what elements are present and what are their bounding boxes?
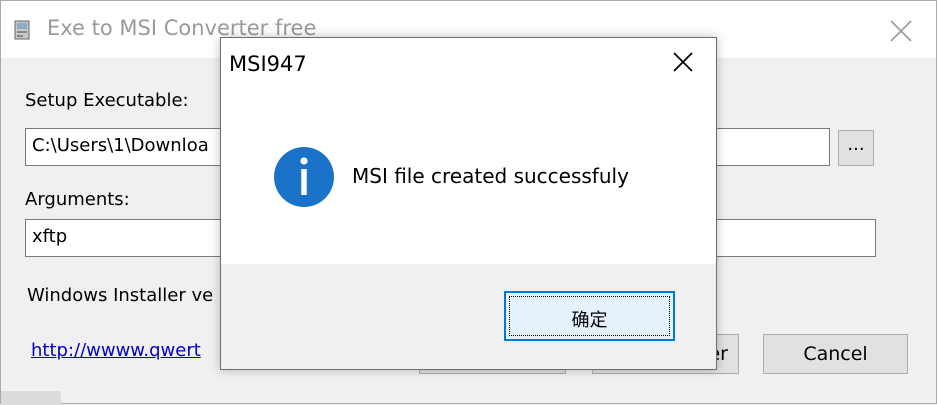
message-dialog: MSI947 MSI file created successfuly 确定 [220,37,717,370]
status-strip [1,391,61,405]
close-icon[interactable] [887,17,915,45]
dialog-close-icon[interactable] [670,49,696,75]
dialog-message: MSI file created successfuly [352,164,629,188]
dialog-title: MSI947 [229,52,307,76]
arguments-label: Arguments: [25,189,130,210]
setup-executable-label: Setup Executable: [25,90,189,111]
ok-button[interactable]: 确定 [504,291,675,341]
windows-installer-version-label: Windows Installer ve [27,285,214,306]
website-link[interactable]: http://wwww.qwert [31,340,201,361]
installer-app-icon [14,20,30,40]
info-icon [274,147,334,207]
cancel-button[interactable]: Cancel [763,334,908,374]
browse-button[interactable]: ... [838,130,874,166]
ok-button-label: 确定 [571,310,608,331]
